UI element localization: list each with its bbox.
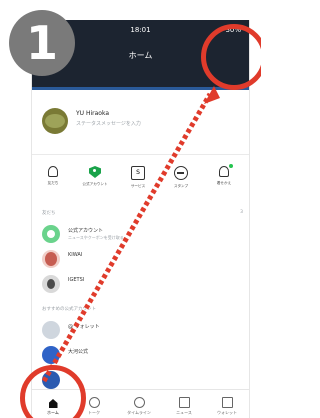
dotted-arrow bbox=[41, 86, 220, 383]
tutorial-frame: 18:01 30% ホーム YU Hiraoka ステータスメッセージを入力 友… bbox=[0, 0, 261, 418]
